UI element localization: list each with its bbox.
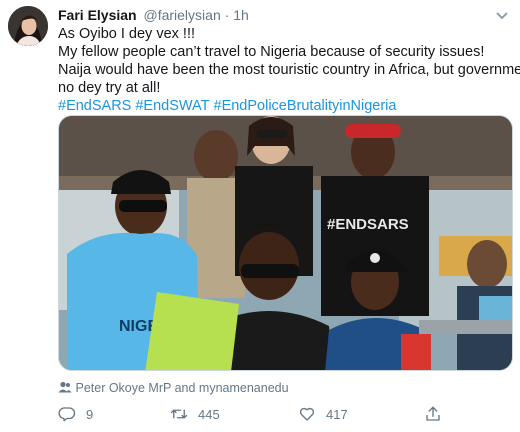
tweet-text: As Oyibo I dey vex !!! My fellow people …	[58, 25, 520, 115]
tagged-people[interactable]: Peter Okoye MrP and mynamenanedu	[58, 381, 289, 395]
tweet-line: My fellow people can’t travel to Nigeria…	[58, 44, 485, 60]
person-icon	[58, 381, 72, 393]
separator-dot: ·	[224, 7, 230, 23]
tweet-line: no dey try at all!	[58, 80, 161, 96]
display-name[interactable]: Fari Elysian	[58, 7, 137, 23]
like-icon	[299, 407, 315, 421]
tweet-photo[interactable]: #ENDSARS NIGER	[58, 115, 513, 371]
share-button[interactable]	[424, 403, 452, 425]
hashtag-link[interactable]: #EndSARS	[58, 98, 131, 114]
like-button[interactable]: 417	[298, 403, 348, 425]
tagged-people-text[interactable]: Peter Okoye MrP and mynamenanedu	[75, 381, 288, 395]
hashtag-list: #EndSARS #EndSWAT #EndPoliceBrutalityinNig…	[58, 97, 510, 115]
hashtag-link[interactable]: #EndPoliceBrutalityinNigeria	[214, 98, 397, 114]
retweet-icon	[170, 409, 188, 419]
like-count: 417	[326, 406, 348, 422]
reply-icon	[58, 407, 76, 422]
tweet-line: Naija would have been the most touristic…	[58, 62, 520, 78]
caret-down-icon[interactable]	[494, 7, 510, 23]
tweet[interactable]: Fari Elysian @farielysian · 1h As Oyibo …	[0, 0, 520, 432]
tweet-actions: 9 445 417	[58, 403, 458, 425]
reply-count: 9	[86, 406, 94, 422]
reply-button[interactable]: 9	[58, 403, 93, 425]
retweet-button[interactable]: 445	[170, 403, 220, 425]
tweet-line: As Oyibo I dey vex !!!	[58, 26, 195, 42]
tweet-time[interactable]: 1h	[233, 7, 249, 23]
user-handle[interactable]: @farielysian	[143, 7, 220, 23]
tweet-header: Fari Elysian @farielysian · 1h	[58, 6, 249, 24]
avatar[interactable]	[8, 6, 48, 46]
shirt-text-center: #ENDSARS	[327, 216, 409, 233]
hashtag-link[interactable]: #EndSWAT	[135, 98, 209, 114]
retweet-count: 445	[198, 406, 220, 422]
share-icon	[426, 406, 440, 421]
